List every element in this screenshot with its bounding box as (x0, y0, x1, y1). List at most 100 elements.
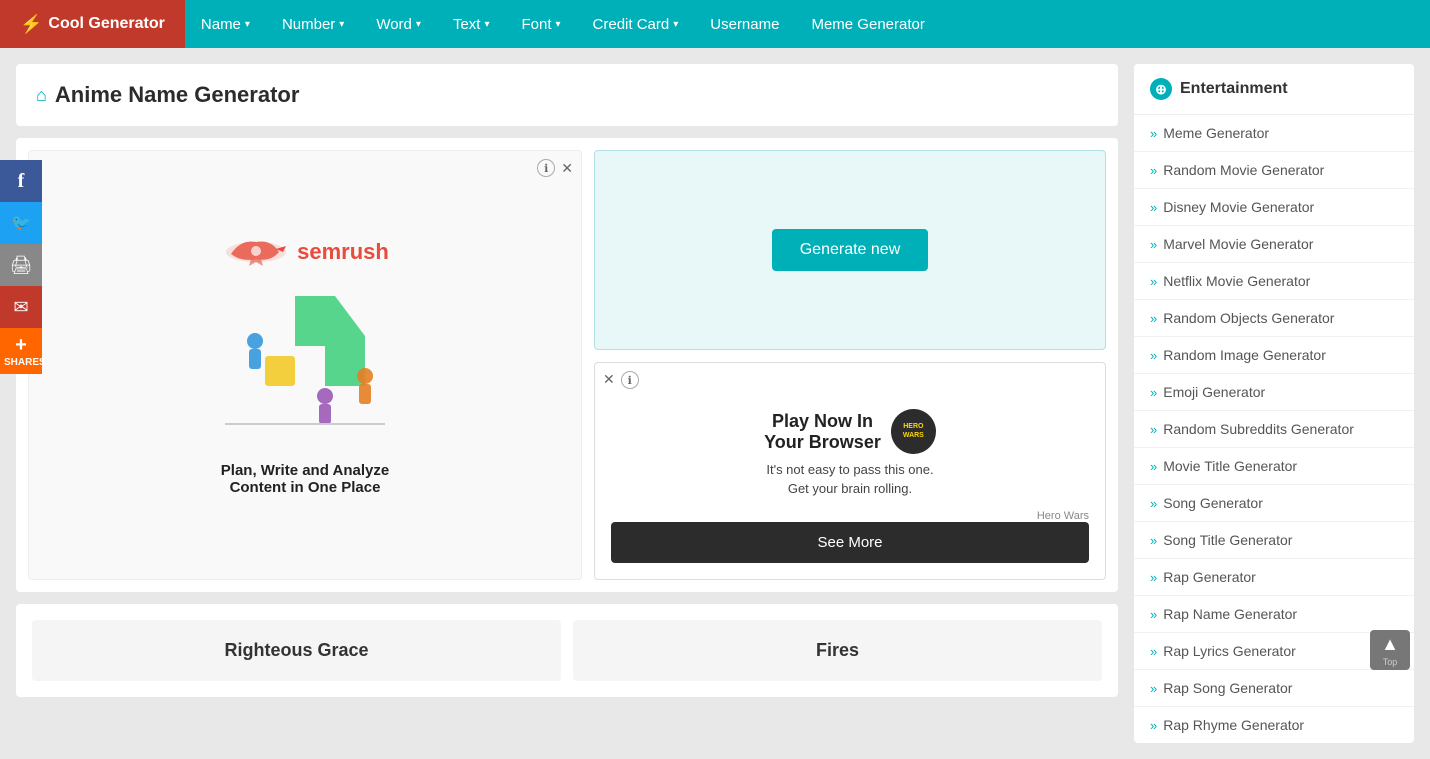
hero-wars-ad: ✕ ℹ Play Now In Your Browser HEROWARS (594, 362, 1106, 580)
sidebar-header-title: Entertainment (1180, 80, 1288, 98)
generate-button[interactable]: Generate new (772, 229, 929, 271)
hero-wars-subtitle: It's not easy to pass this one. (764, 462, 936, 477)
generate-area: Generate new (594, 150, 1106, 350)
sidebar-item-rap-song-generator[interactable]: » Rap Song Generator (1134, 670, 1414, 707)
hero-wars-badge-icon: HEROWARS (891, 409, 936, 454)
ad-close-button[interactable]: ✕ (561, 160, 573, 177)
chevron-down-icon: ▾ (416, 19, 421, 30)
hero-wars-subtitle2: Get your brain rolling. (764, 481, 936, 496)
semrush-illustration (205, 286, 405, 446)
hero-wars-title: Play Now In Your Browser HEROWARS (764, 409, 936, 454)
sidebar-item-meme-generator[interactable]: » Meme Generator (1134, 115, 1414, 152)
semrush-tagline: Plan, Write and Analyze Content in One P… (221, 462, 389, 496)
chevron-right-icon: » (1150, 311, 1157, 326)
chevron-right-icon: » (1150, 385, 1157, 400)
ad-info-button-2[interactable]: ℹ (621, 371, 639, 389)
sidebar-item-song-generator[interactable]: » Song Generator (1134, 485, 1414, 522)
sidebar-item-song-title-generator[interactable]: » Song Title Generator (1134, 522, 1414, 559)
sidebar-item-rap-generator[interactable]: » Rap Generator (1134, 559, 1414, 596)
chevron-right-icon: » (1150, 681, 1157, 696)
nav-items: Name ▾ Number ▾ Word ▾ Text ▾ Font ▾ Cre… (185, 0, 941, 48)
chevron-right-icon: » (1150, 237, 1157, 252)
chevron-down-icon: ▾ (484, 19, 489, 30)
ad-close-button-2[interactable]: ✕ (603, 371, 615, 389)
print-button[interactable]: 🖨 (0, 244, 42, 286)
sidebar-item-rap-rhyme-generator[interactable]: » Rap Rhyme Generator (1134, 707, 1414, 743)
result-item-1: Righteous Grace (32, 620, 561, 681)
ad-controls-2: ✕ ℹ (603, 371, 639, 389)
nav-item-word[interactable]: Word ▾ (360, 0, 437, 48)
nav-item-credit-card[interactable]: Credit Card ▾ (577, 0, 695, 48)
chevron-down-icon: ▾ (673, 19, 678, 30)
twitter-share-button[interactable]: 🐦 (0, 202, 42, 244)
ad-info-button[interactable]: ℹ (537, 159, 555, 177)
chevron-right-icon: » (1150, 348, 1157, 363)
sidebar-item-marvel-movie-generator[interactable]: » Marvel Movie Generator (1134, 226, 1414, 263)
plus-icon: + (4, 334, 38, 357)
nav-item-text[interactable]: Text ▾ (437, 0, 506, 48)
nav-item-number[interactable]: Number ▾ (266, 0, 360, 48)
chevron-right-icon: » (1150, 459, 1157, 474)
email-icon: ✉ (13, 297, 28, 318)
sidebar-item-rap-name-generator[interactable]: » Rap Name Generator (1134, 596, 1414, 633)
chevron-down-icon: ▾ (245, 19, 250, 30)
semrush-ad: ℹ ✕ semrush (28, 150, 582, 580)
arrow-up-icon: ▲ (1381, 634, 1399, 655)
email-share-button[interactable]: ✉ (0, 286, 42, 328)
chevron-right-icon: » (1150, 570, 1157, 585)
sidebar-item-random-movie-generator[interactable]: » Random Movie Generator (1134, 152, 1414, 189)
scroll-to-top-button[interactable]: ▲ Top (1370, 630, 1410, 670)
page-title: Anime Name Generator (55, 82, 300, 108)
social-sidebar: f 🐦 🖨 ✉ + SHARES (0, 160, 42, 374)
nav-item-name[interactable]: Name ▾ (185, 0, 266, 48)
scroll-top-label: Top (1383, 657, 1398, 667)
page-layout: ⌂ Anime Name Generator ℹ ✕ (0, 48, 1430, 759)
ad-right-panel: Generate new ✕ ℹ Play Now In Your Browse… (594, 150, 1106, 580)
chevron-down-icon: ▾ (556, 19, 561, 30)
semrush-brand-text: semrush (297, 239, 389, 265)
nav-item-meme-generator[interactable]: Meme Generator (795, 0, 940, 48)
shares-counter[interactable]: + SHARES (0, 328, 42, 374)
hero-wars-credit: Hero Wars (611, 510, 1089, 522)
sidebar-item-netflix-movie-generator[interactable]: » Netflix Movie Generator (1134, 263, 1414, 300)
chevron-right-icon: » (1150, 163, 1157, 178)
main-content: ⌂ Anime Name Generator ℹ ✕ (16, 64, 1118, 743)
sidebar-item-random-subreddits-generator[interactable]: » Random Subreddits Generator (1134, 411, 1414, 448)
chevron-right-icon: » (1150, 607, 1157, 622)
title-card: ⌂ Anime Name Generator (16, 64, 1118, 126)
brand-logo[interactable]: ⚡ Cool Generator (0, 0, 185, 48)
shares-label: SHARES (4, 357, 46, 368)
facebook-share-button[interactable]: f (0, 160, 42, 202)
results-card: Righteous Grace Fires (16, 604, 1118, 697)
ad-section: ℹ ✕ semrush (16, 138, 1118, 592)
sidebar-header: ⊕ Entertainment (1134, 64, 1414, 115)
twitter-icon: 🐦 (11, 213, 31, 233)
chevron-right-icon: » (1150, 644, 1157, 659)
sidebar-item-movie-title-generator[interactable]: » Movie Title Generator (1134, 448, 1414, 485)
chevron-right-icon: » (1150, 718, 1157, 733)
sidebar-item-disney-movie-generator[interactable]: » Disney Movie Generator (1134, 189, 1414, 226)
chevron-right-icon: » (1150, 274, 1157, 289)
chevron-right-icon: » (1150, 200, 1157, 215)
nav-item-font[interactable]: Font ▾ (505, 0, 576, 48)
sidebar-item-emoji-generator[interactable]: » Emoji Generator (1134, 374, 1414, 411)
chevron-right-icon: » (1150, 422, 1157, 437)
chevron-down-icon: ▾ (339, 19, 344, 30)
navbar: ⚡ Cool Generator Name ▾ Number ▾ Word ▾ … (0, 0, 1430, 48)
semrush-rocket-icon (221, 234, 291, 270)
result-item-2: Fires (573, 620, 1102, 681)
sidebar-item-random-image-generator[interactable]: » Random Image Generator (1134, 337, 1414, 374)
semrush-art (205, 286, 405, 446)
ad-controls: ℹ ✕ (537, 159, 573, 177)
chevron-right-icon: » (1150, 126, 1157, 141)
chevron-right-icon: » (1150, 533, 1157, 548)
sidebar-item-random-objects-generator[interactable]: » Random Objects Generator (1134, 300, 1414, 337)
chevron-right-icon: » (1150, 496, 1157, 511)
see-more-button[interactable]: See More (611, 522, 1089, 563)
bolt-icon: ⚡ (20, 14, 42, 35)
hero-wars-content: Play Now In Your Browser HEROWARS It's n… (754, 379, 946, 510)
facebook-icon: f (18, 170, 25, 193)
nav-item-username[interactable]: Username (694, 0, 795, 48)
brand-name: Cool Generator (48, 15, 164, 33)
semrush-logo: semrush (221, 234, 389, 270)
